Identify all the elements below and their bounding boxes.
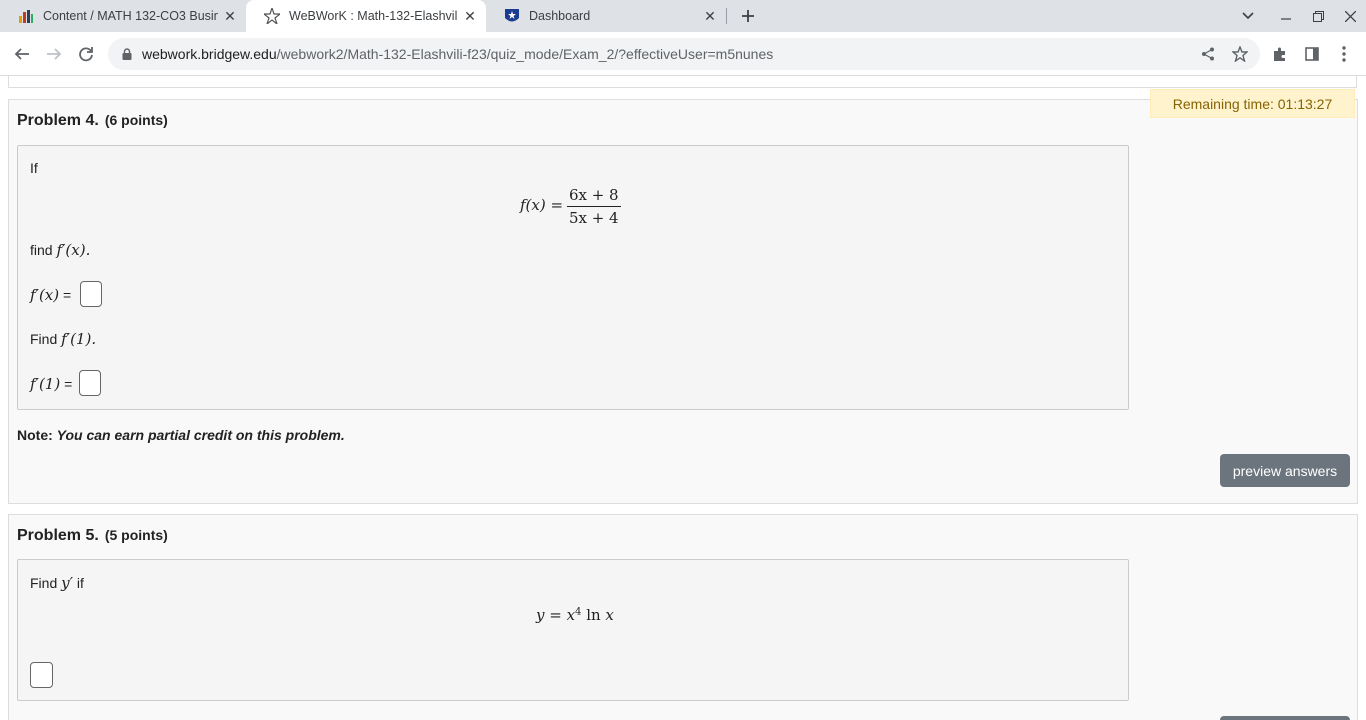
prompt-find: Find (30, 575, 58, 591)
answer-1-input[interactable] (80, 281, 102, 307)
fraction-numerator: 6x + 8 (566, 186, 621, 207)
question-2-find: Find (30, 331, 58, 347)
url-path: /webwork2/Math-132-Elashvili-f23/quiz_mo… (276, 46, 774, 62)
url-host: webwork.bridgew.edu (142, 46, 277, 62)
partial-credit-note: Note: You can earn partial credit on thi… (17, 427, 345, 443)
tab-dashboard[interactable]: Dashboard ✕ (486, 0, 726, 32)
address-bar[interactable]: webwork.bridgew.edu/webwork2/Math-132-El… (108, 38, 1260, 70)
problem-4-body: If f(x) = 6x + 8 5x + 4 find f′(x). f′(x… (17, 145, 1129, 410)
equation-ln: ln (581, 606, 606, 624)
problem-points: (5 points) (104, 527, 168, 543)
restore-button[interactable] (1302, 0, 1334, 32)
close-tab-icon[interactable]: ✕ (702, 8, 718, 24)
dashboard-favicon-icon (504, 8, 520, 24)
side-panel-icon[interactable] (1296, 38, 1328, 70)
function-definition: f(x) = 6x + 8 5x + 4 (520, 186, 621, 227)
answer-2-label: f′(1) = (30, 375, 72, 393)
tab-title: Dashboard (529, 9, 591, 23)
note-label: Note: (17, 427, 53, 443)
preview-answers-button-2[interactable] (1220, 716, 1350, 720)
webwork-favicon-icon (264, 8, 280, 24)
problem-4: Problem 4. (6 points) If f(x) = 6x + 8 5… (8, 99, 1358, 504)
answer-1-label: f′(x) = (30, 286, 71, 304)
problem-4-header: Problem 4. (6 points) (17, 112, 168, 130)
lock-icon[interactable] (120, 47, 134, 61)
kebab-menu-icon[interactable] (1328, 38, 1360, 70)
question-2-prompt: Find f′(1). (30, 330, 96, 348)
fraction-denominator: 5x + 4 (568, 209, 619, 227)
tab-separator (726, 8, 727, 24)
extensions-puzzle-icon[interactable] (1264, 38, 1296, 70)
preview-answers-button[interactable]: preview answers (1220, 454, 1350, 487)
answer-2-equals: = (60, 376, 73, 392)
problem-intro: If (30, 160, 38, 176)
problem-5: Problem 5. (5 points) Find y′ if y = x4 … (8, 514, 1358, 720)
close-window-button[interactable] (1334, 0, 1366, 32)
answer-1-expression: f′(x) (30, 286, 60, 304)
bookmark-star-icon[interactable] (1224, 38, 1256, 70)
tab-webwork[interactable]: WeBWorK : Math-132-Elashvili-f ✕ (246, 0, 486, 32)
question-1-prompt: find f′(x). (30, 241, 90, 259)
new-tab-button[interactable] (732, 0, 764, 32)
answer-1-equals: = (59, 287, 72, 303)
problem-5-body: Find y′ if y = x4 ln x (17, 559, 1129, 701)
share-icon[interactable] (1192, 38, 1224, 70)
problem-5-prompt: Find y′ if (30, 574, 84, 592)
answer-2-expression: f′(1) (30, 375, 61, 393)
tab-title: Content / MATH 132-CO3 Busin (43, 9, 218, 23)
function-lhs: f(x) = (520, 196, 564, 215)
webwork-page: Problem 4. (6 points) If f(x) = 6x + 8 5… (0, 76, 1366, 720)
back-button[interactable] (6, 38, 38, 70)
previous-problem-container (8, 76, 1357, 88)
answer-input[interactable] (30, 662, 53, 688)
forward-button[interactable] (38, 38, 70, 70)
close-tab-icon[interactable]: ✕ (222, 8, 238, 24)
remaining-time-banner: Remaining time: 01:13:27 (1150, 89, 1355, 118)
browser-tab-strip: Content / MATH 132-CO3 Busin ✕ WeBWorK :… (0, 0, 1366, 32)
browser-toolbar: webwork.bridgew.edu/webwork2/Math-132-El… (0, 32, 1366, 76)
problem-5-header: Problem 5. (5 points) (17, 527, 168, 545)
equation-x: x (605, 606, 614, 624)
prompt-variable: y′ (61, 574, 74, 592)
equation: y = x4 ln x (536, 606, 614, 624)
close-tab-icon[interactable]: ✕ (462, 8, 478, 24)
equation-lhs: y = x (536, 606, 576, 624)
tab-search-chevron-icon[interactable] (1232, 0, 1264, 32)
minimize-button[interactable] (1270, 0, 1302, 32)
question-1-find: find (30, 242, 53, 258)
tab-math-content[interactable]: Content / MATH 132-CO3 Busin ✕ (0, 0, 246, 32)
problem-title: Problem 5. (17, 527, 99, 544)
answer-2-input[interactable] (79, 370, 101, 396)
prompt-if: if (76, 575, 84, 591)
tab-title: WeBWorK : Math-132-Elashvili-f (289, 9, 458, 23)
brightspace-favicon-icon (18, 8, 34, 24)
reload-button[interactable] (70, 38, 102, 70)
question-1-expression: f′(x). (56, 241, 91, 259)
problem-points: (6 points) (104, 112, 168, 128)
question-2-expression: f′(1). (61, 330, 97, 348)
url-text: webwork.bridgew.edu/webwork2/Math-132-El… (142, 46, 773, 62)
note-text: You can earn partial credit on this prob… (56, 427, 345, 443)
problem-title: Problem 4. (17, 112, 99, 129)
function-fraction: 6x + 8 5x + 4 (566, 186, 621, 227)
